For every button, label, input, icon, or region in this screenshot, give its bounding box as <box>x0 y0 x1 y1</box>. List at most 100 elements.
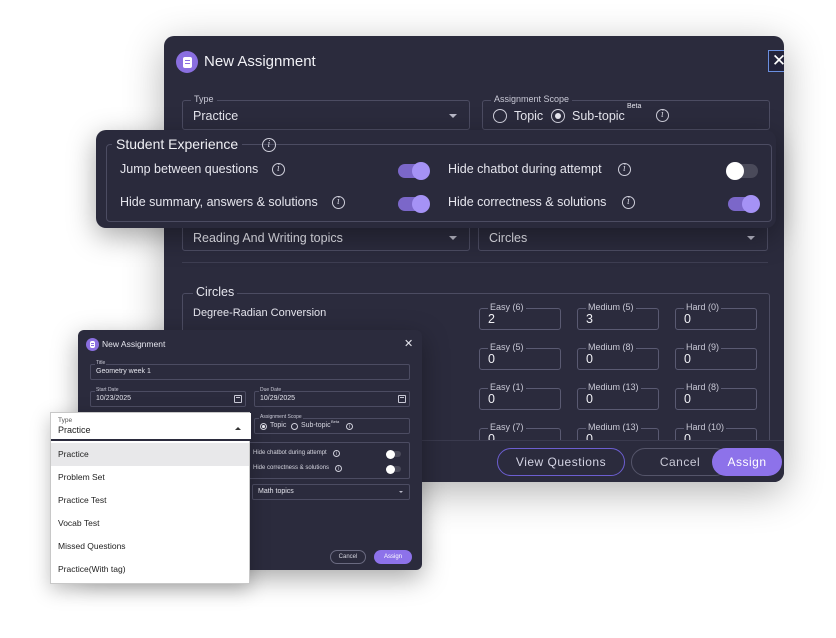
assignment-scope-group: Assignment Scope Topic Sub-topic Beta i <box>254 414 410 434</box>
info-icon[interactable]: i <box>272 163 285 176</box>
type-dropdown: Type Practice Practice Problem Set Pract… <box>50 412 251 584</box>
easy-label: Easy (7) <box>488 422 526 432</box>
due-date-label: Due Date <box>259 387 283 393</box>
student-experience-title: Student Experience <box>112 136 243 152</box>
info-icon[interactable]: i <box>622 196 635 209</box>
medium-label: Medium (13) <box>586 382 641 392</box>
type-option[interactable]: Missed Questions <box>51 535 249 558</box>
easy-value: 0 <box>488 352 495 366</box>
info-icon[interactable]: i <box>346 423 353 430</box>
hard-count-input[interactable]: Hard (0) 0 <box>675 302 757 330</box>
dialog-header: New Assignment ✕ <box>164 36 784 90</box>
type-option[interactable]: Practice(With tag) <box>51 558 249 581</box>
chevron-down-icon <box>747 236 755 240</box>
info-icon[interactable]: i <box>335 465 342 472</box>
info-icon[interactable]: i <box>618 163 631 176</box>
hard-count-input[interactable]: Hard (8) 0 <box>675 382 757 410</box>
topic-select-math-value: Circles <box>489 231 528 245</box>
scope-subtopic-radio[interactable] <box>551 109 565 123</box>
toggle-jump-between-questions[interactable] <box>398 162 430 180</box>
hard-label: Hard (0) <box>684 302 722 312</box>
student-experience-group: Hide chatbot during attempt i Hide corre… <box>248 442 410 479</box>
info-icon[interactable]: i <box>262 138 276 152</box>
medium-value: 0 <box>586 392 593 406</box>
calendar-icon[interactable] <box>398 395 406 403</box>
toggle-hide-correctness[interactable] <box>728 195 760 213</box>
toggle-hide-chatbot[interactable] <box>726 162 758 180</box>
scope-topic-radio[interactable] <box>260 423 267 430</box>
easy-label: Easy (1) <box>488 382 526 392</box>
hard-label: Hard (9) <box>684 342 722 352</box>
hard-value: 0 <box>684 312 691 326</box>
chevron-down-icon <box>399 491 403 493</box>
hard-value: 0 <box>684 352 691 366</box>
type-options-list: Practice Problem Set Practice Test Vocab… <box>51 443 249 581</box>
math-topics-value: Math topics <box>258 488 294 495</box>
divider <box>182 262 768 263</box>
start-date-field[interactable]: Start Date 10/23/2025 <box>90 387 246 407</box>
medium-value: 0 <box>586 352 593 366</box>
math-topics-select[interactable]: Math topics <box>252 484 410 500</box>
easy-count-input[interactable]: Easy (5) 0 <box>479 342 561 370</box>
easy-count-input[interactable]: Easy (1) 0 <box>479 382 561 410</box>
toggle-hide-summary[interactable] <box>398 195 430 213</box>
toggle-hide-chatbot[interactable] <box>386 449 401 459</box>
assignment-icon <box>86 338 99 351</box>
type-option[interactable]: Practice <box>51 443 249 466</box>
calendar-icon[interactable] <box>234 395 242 403</box>
scope-subtopic-radio[interactable] <box>291 423 298 430</box>
close-button[interactable]: ✕ <box>768 50 784 72</box>
assign-button[interactable]: Assign <box>374 550 412 564</box>
student-experience-group <box>106 144 772 222</box>
chevron-down-icon <box>449 114 457 118</box>
start-date-label: Start Date <box>95 387 120 393</box>
title-value: Geometry week 1 <box>96 368 151 375</box>
close-icon[interactable]: ✕ <box>404 337 413 350</box>
medium-count-input[interactable]: Medium (8) 0 <box>577 342 659 370</box>
scope-label: Assignment Scope <box>491 94 573 104</box>
assign-button[interactable]: Assign <box>712 448 782 476</box>
option-label-correctness: Hide correctness & solutions <box>448 195 607 209</box>
scope-label: Assignment Scope <box>259 414 303 420</box>
beta-badge: Beta <box>627 103 642 110</box>
scope-subtopic-label: Sub-topic <box>301 422 331 429</box>
assignment-scope-group: Assignment Scope Topic Sub-topic Beta i <box>482 94 770 130</box>
hard-count-input[interactable]: Hard (9) 0 <box>675 342 757 370</box>
scope-topic-radio[interactable] <box>493 109 507 123</box>
chevron-up-icon <box>235 427 241 430</box>
circles-section-title: Circles <box>193 285 238 299</box>
medium-count-input[interactable]: Medium (5) 3 <box>577 302 659 330</box>
option-label-correctness: Hide correctness & solutions <box>253 465 330 471</box>
toggle-hide-correctness[interactable] <box>386 464 401 474</box>
type-label: Type <box>58 417 73 424</box>
type-select[interactable]: Type Practice <box>51 413 251 441</box>
type-option[interactable]: Vocab Test <box>51 512 249 535</box>
info-icon[interactable]: i <box>332 196 345 209</box>
student-experience-card: Student Experience i Jump between questi… <box>96 130 776 228</box>
type-option[interactable]: Practice Test <box>51 489 249 512</box>
medium-count-input[interactable]: Medium (13) 0 <box>577 382 659 410</box>
hard-label: Hard (8) <box>684 382 722 392</box>
easy-count-input[interactable]: Easy (6) 2 <box>479 302 561 330</box>
scope-subtopic-label: Sub-topic <box>572 109 625 123</box>
info-icon[interactable]: i <box>333 450 340 457</box>
title-field[interactable]: Title Geometry week 1 <box>90 360 410 380</box>
dialog-title: New Assignment <box>102 339 166 349</box>
subtopic-name: Degree-Radian Conversion <box>193 307 327 319</box>
cancel-button[interactable]: Cancel <box>330 550 366 564</box>
chevron-down-icon <box>449 236 457 240</box>
type-option[interactable]: Problem Set <box>51 466 249 489</box>
due-date-field[interactable]: Due Date 10/29/2025 <box>254 387 410 407</box>
topic-select-reading-value: Reading And Writing topics <box>193 231 343 245</box>
due-date-value: 10/29/2025 <box>260 395 296 402</box>
medium-label: Medium (5) <box>586 302 636 312</box>
assignment-icon <box>176 51 198 73</box>
info-icon[interactable]: i <box>656 109 669 122</box>
type-select[interactable]: Type Practice <box>182 94 470 130</box>
view-questions-button[interactable]: View Questions <box>497 448 625 476</box>
medium-label: Medium (13) <box>586 422 641 432</box>
option-label-chatbot: Hide chatbot during attempt <box>253 450 327 456</box>
hard-value: 0 <box>684 392 691 406</box>
easy-label: Easy (5) <box>488 342 526 352</box>
easy-value: 2 <box>488 312 495 326</box>
